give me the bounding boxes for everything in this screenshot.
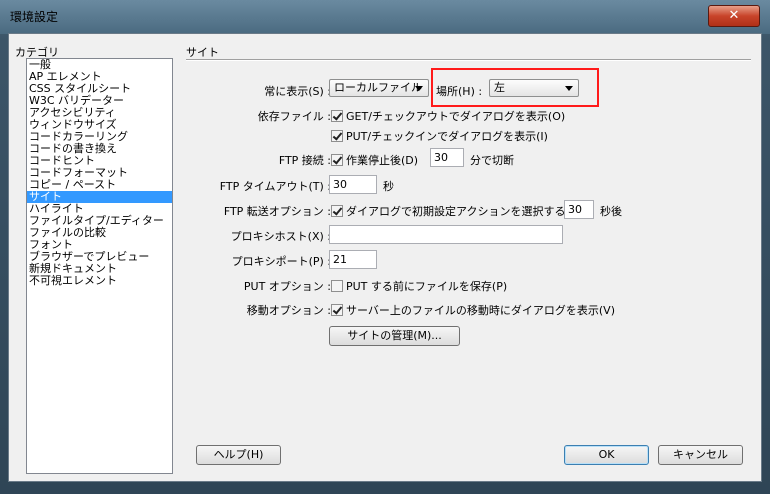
always-show-label: 常に表示(S) : [264, 85, 331, 98]
category-list[interactable]: 一般 AP エレメント CSS スタイルシート W3C バリデーター アクセシビリティウ… [26, 58, 173, 474]
ftp-transfer-text: ダイアログで初期設定アクションを選択する(A) [346, 205, 582, 218]
highlight-box [431, 68, 599, 107]
ftp-timeout-unit: 秒 [383, 180, 394, 193]
put-checkin-label: PUT/チェックインでダイアログを表示(I) [346, 130, 548, 143]
ftp-timeout-input[interactable]: 30 [329, 175, 377, 194]
ftp-idle-minutes-input[interactable]: 30 [430, 148, 464, 167]
get-checkout-checkbox[interactable] [331, 110, 343, 122]
put-checkin-checkbox[interactable] [331, 130, 343, 142]
manage-sites-button[interactable]: サイトの管理(M)... [329, 326, 460, 346]
chevron-down-icon [415, 86, 423, 91]
ftp-transfer-seconds-input[interactable]: 30 [564, 200, 594, 219]
ok-button[interactable]: OK [564, 445, 649, 465]
ftp-transfer-label: FTP 転送オプション : [223, 205, 331, 218]
save-before-put-label: PUT する前にファイルを保存(P) [346, 280, 508, 293]
proxy-port-input[interactable]: 21 [329, 250, 377, 269]
proxy-host-input[interactable] [329, 225, 563, 244]
ftp-transfer-checkbox[interactable] [331, 205, 343, 217]
ftp-transfer-unit: 秒後 [600, 205, 622, 218]
category-item[interactable]: 不可視エレメント [27, 275, 172, 287]
save-before-put-checkbox[interactable] [331, 280, 343, 292]
proxy-host-label: プロキシホスト(X) : [230, 230, 331, 243]
dialog-body: カテゴリ 一般 AP エレメント CSS スタイルシート W3C バリデーター アクセシ… [8, 33, 762, 482]
cancel-button[interactable]: キャンセル [658, 445, 743, 465]
move-dialog-label: サーバー上のファイルの移動時にダイアログを表示(V) [346, 304, 615, 317]
always-show-select[interactable]: ローカルファイル [329, 79, 429, 97]
ftp-idle-unit: 分で切断 [470, 154, 514, 167]
preferences-window: 環境設定 ✕ カテゴリ 一般 AP エレメント CSS スタイルシート W3C バリデ… [0, 0, 770, 494]
move-options-label: 移動オプション : [246, 304, 331, 317]
window-title: 環境設定 [10, 10, 59, 24]
ftp-timeout-label: FTP タイムアウト(T) : [219, 180, 331, 193]
title-bar[interactable]: 環境設定 ✕ [0, 0, 770, 34]
dependent-files-label: 依存ファイル : [257, 110, 331, 123]
proxy-port-label: プロキシポート(P) : [231, 255, 331, 268]
always-show-value: ローカルファイル [334, 81, 422, 94]
ftp-idle-label: 作業停止後(D) [346, 154, 419, 167]
put-options-label: PUT オプション : [243, 280, 331, 293]
get-checkout-label: GET/チェックアウトでダイアログを表示(O) [346, 110, 566, 123]
move-dialog-checkbox[interactable] [331, 304, 343, 316]
section-title: サイト [186, 46, 219, 59]
ftp-connection-label: FTP 接続 : [278, 154, 331, 167]
help-button[interactable]: ヘルプ(H) [196, 445, 281, 465]
section-divider [186, 59, 751, 61]
close-button[interactable]: ✕ [708, 5, 760, 27]
ftp-idle-checkbox[interactable] [331, 154, 343, 166]
